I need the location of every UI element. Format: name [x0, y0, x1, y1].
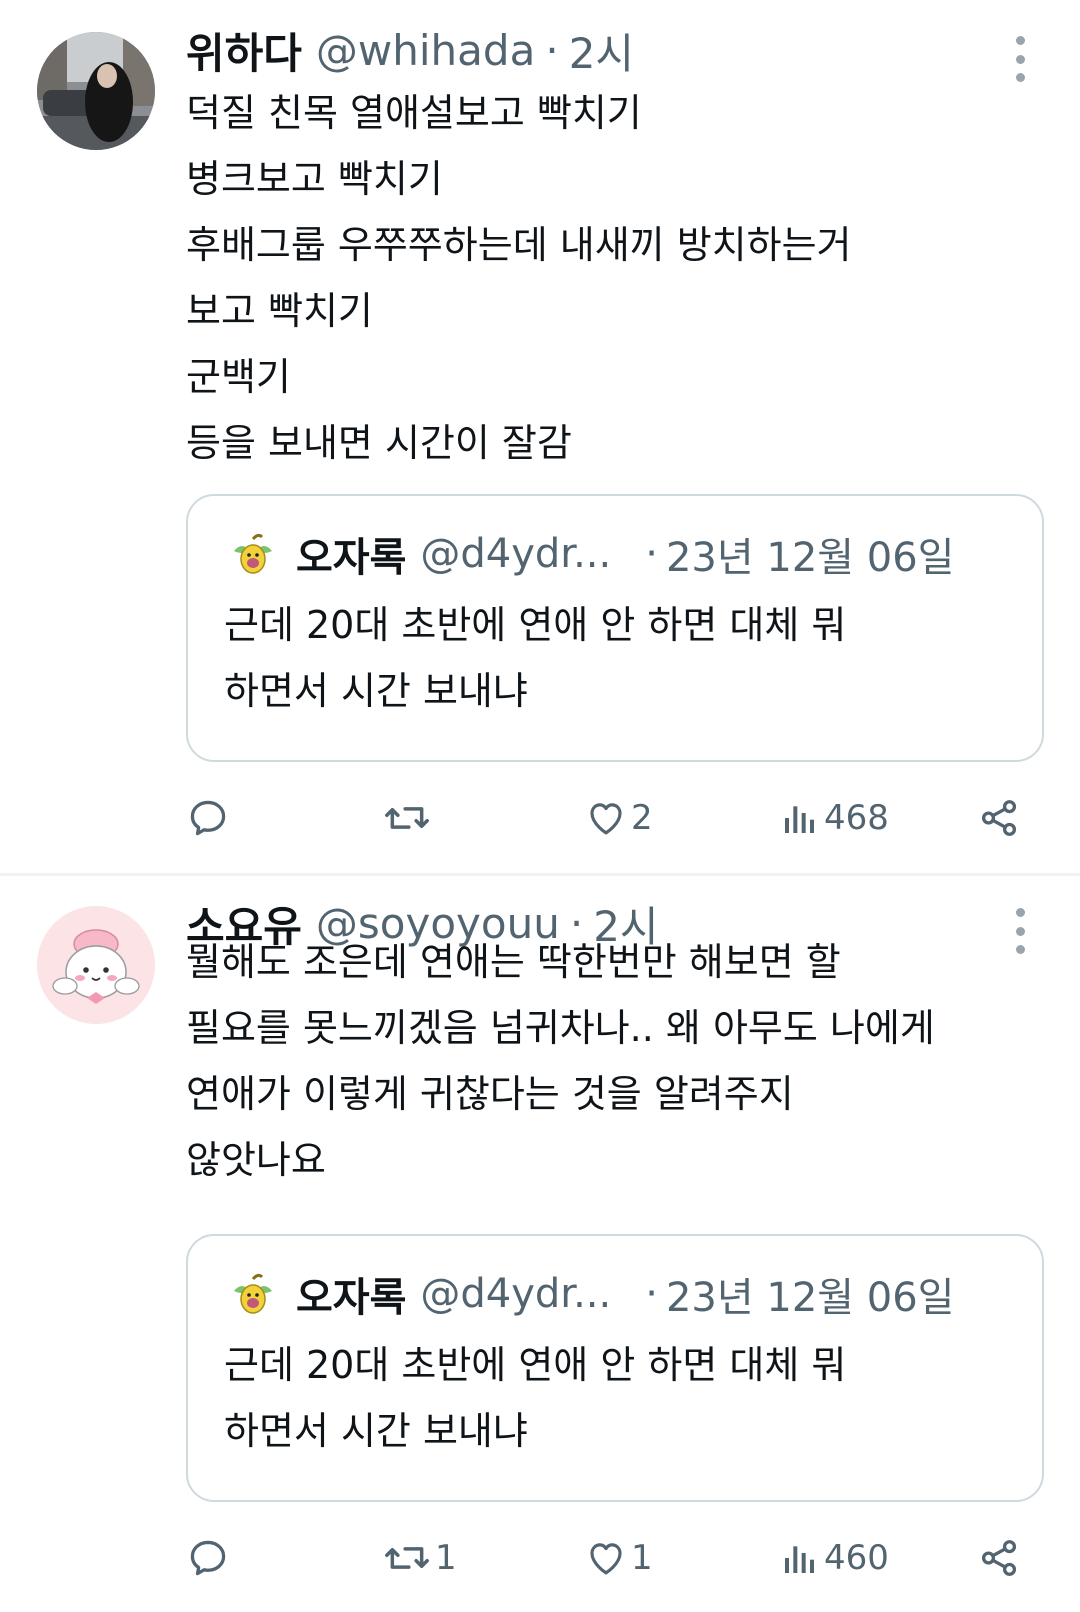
- quote-display-name: 오자록: [296, 535, 407, 581]
- quote-header: 오자록 @d4ydr... · 23년 12월 06일: [228, 1266, 954, 1322]
- tweet-text-line: 보고 빡치기: [186, 289, 373, 333]
- views-button[interactable]: 468: [780, 783, 889, 853]
- profile-photo-icon: [37, 32, 155, 150]
- quote-date: 23년 12월 06일: [665, 1275, 955, 1321]
- weepinbell-icon: [228, 1269, 278, 1319]
- weepinbell-icon: [228, 529, 278, 579]
- quote-text-line: 하면서 시간 보내냐: [224, 1409, 528, 1453]
- tweet-text-line: 병크보고 빡치기: [186, 157, 443, 201]
- tweet-text-line: 군백기: [186, 355, 291, 399]
- tweet-text-line: 덕질 친목 열애설보고 빡치기: [186, 91, 642, 135]
- views-count: 468: [824, 798, 889, 838]
- quote-handle: @d4ydr...: [420, 531, 612, 577]
- like-button[interactable]: 2: [585, 783, 653, 853]
- share-icon: [981, 800, 1017, 836]
- more-options-icon[interactable]: [1012, 36, 1028, 82]
- reply-button[interactable]: [186, 1523, 234, 1593]
- views-count: 460: [824, 1538, 889, 1578]
- quote-date: 23년 12월 06일: [665, 535, 955, 581]
- quote-text: 근데 20대 초반에 연애 안 하면 대체 뭐 하면서 시간 보내냐: [224, 592, 846, 724]
- reply-icon: [190, 800, 226, 836]
- share-icon: [981, 1540, 1017, 1576]
- tweet-header: 위하다 @whihada · 2시: [186, 20, 634, 80]
- heart-icon: [590, 1543, 622, 1575]
- quote-display-name: 오자록: [296, 1275, 407, 1321]
- share-button[interactable]: [978, 783, 1020, 853]
- user-handle[interactable]: @whihada: [316, 26, 535, 75]
- tweet-text-line: 필요를 못느끼겠음 넘귀차나.. 왜 아무도 나에게: [186, 1006, 935, 1050]
- tweet-text-line: 연애가 이렇게 귀찮다는 것을 알려주지: [186, 1072, 794, 1116]
- quote-text-line: 하면서 시간 보내냐: [224, 669, 528, 713]
- like-button[interactable]: 1: [585, 1523, 653, 1593]
- tweet-text-line: 등을 보내면 시간이 잘감: [186, 421, 572, 465]
- quote-text-line: 근데 20대 초반에 연애 안 하면 대체 뭐: [224, 1343, 847, 1387]
- tweet[interactable]: 소요유 @soyoyouu · 2시 뭘해도 조은데 연애는 딱한번만 해보면 …: [0, 876, 1080, 1612]
- tweet-actions: 2 468: [0, 783, 1080, 853]
- quoted-tweet[interactable]: 오자록 @d4ydr... · 23년 12월 06일 근데 20대 초반에 연…: [186, 1234, 1044, 1502]
- display-name[interactable]: 위하다: [186, 20, 302, 81]
- views-button[interactable]: 460: [780, 1523, 889, 1593]
- retweet-icon: [385, 1547, 429, 1569]
- quote-handle: @d4ydr...: [420, 1271, 612, 1317]
- cute-character-avatar-icon: [37, 906, 155, 1024]
- retweet-count: 1: [435, 1538, 457, 1578]
- avatar[interactable]: [37, 906, 155, 1024]
- reply-button[interactable]: [186, 783, 234, 853]
- analytics-icon: [785, 1546, 814, 1573]
- tweet-text-line: 않앗나요: [186, 1138, 326, 1182]
- tweet-text-line: 후배그룹 우쭈쭈하는데 내새끼 방치하는거: [186, 223, 852, 267]
- quote-header: 오자록 @d4ydr... · 23년 12월 06일: [228, 526, 954, 582]
- like-count: 2: [631, 798, 653, 838]
- reply-icon: [190, 1540, 226, 1576]
- tweet-text: 뭘해도 조은데 연애는 딱한번만 해보면 할 필요를 못느끼겠음 넘귀차나.. …: [186, 929, 1046, 1193]
- retweet-button[interactable]: 1: [383, 1523, 457, 1593]
- share-button[interactable]: [978, 1523, 1020, 1593]
- tweet[interactable]: 위하다 @whihada · 2시 덕질 친목 열애설보고 빡치기 병크보고 빡…: [0, 0, 1080, 876]
- quote-text-line: 근데 20대 초반에 연애 안 하면 대체 뭐: [224, 603, 847, 647]
- quoted-tweet[interactable]: 오자록 @d4ydr... · 23년 12월 06일 근데 20대 초반에 연…: [186, 494, 1044, 762]
- retweet-icon: [385, 807, 429, 829]
- quote-text: 근데 20대 초반에 연애 안 하면 대체 뭐 하면서 시간 보내냐: [224, 1332, 846, 1464]
- like-count: 1: [631, 1538, 653, 1578]
- heart-icon: [590, 803, 622, 835]
- avatar[interactable]: [37, 32, 155, 150]
- tweet-actions: 1 1 460: [0, 1523, 1080, 1593]
- separator-dot: ·: [645, 1271, 658, 1317]
- tweet-text: 덕질 친목 열애설보고 빡치기 병크보고 빡치기 후배그룹 우쭈쭈하는데 내새끼…: [186, 80, 1046, 476]
- separator-dot: ·: [545, 25, 559, 75]
- timestamp[interactable]: 2시: [569, 20, 634, 81]
- analytics-icon: [785, 806, 814, 833]
- separator-dot: ·: [645, 531, 658, 577]
- retweet-button[interactable]: [383, 783, 435, 853]
- tweet-text-line: 뭘해도 조은데 연애는 딱한번만 해보면 할: [186, 940, 841, 984]
